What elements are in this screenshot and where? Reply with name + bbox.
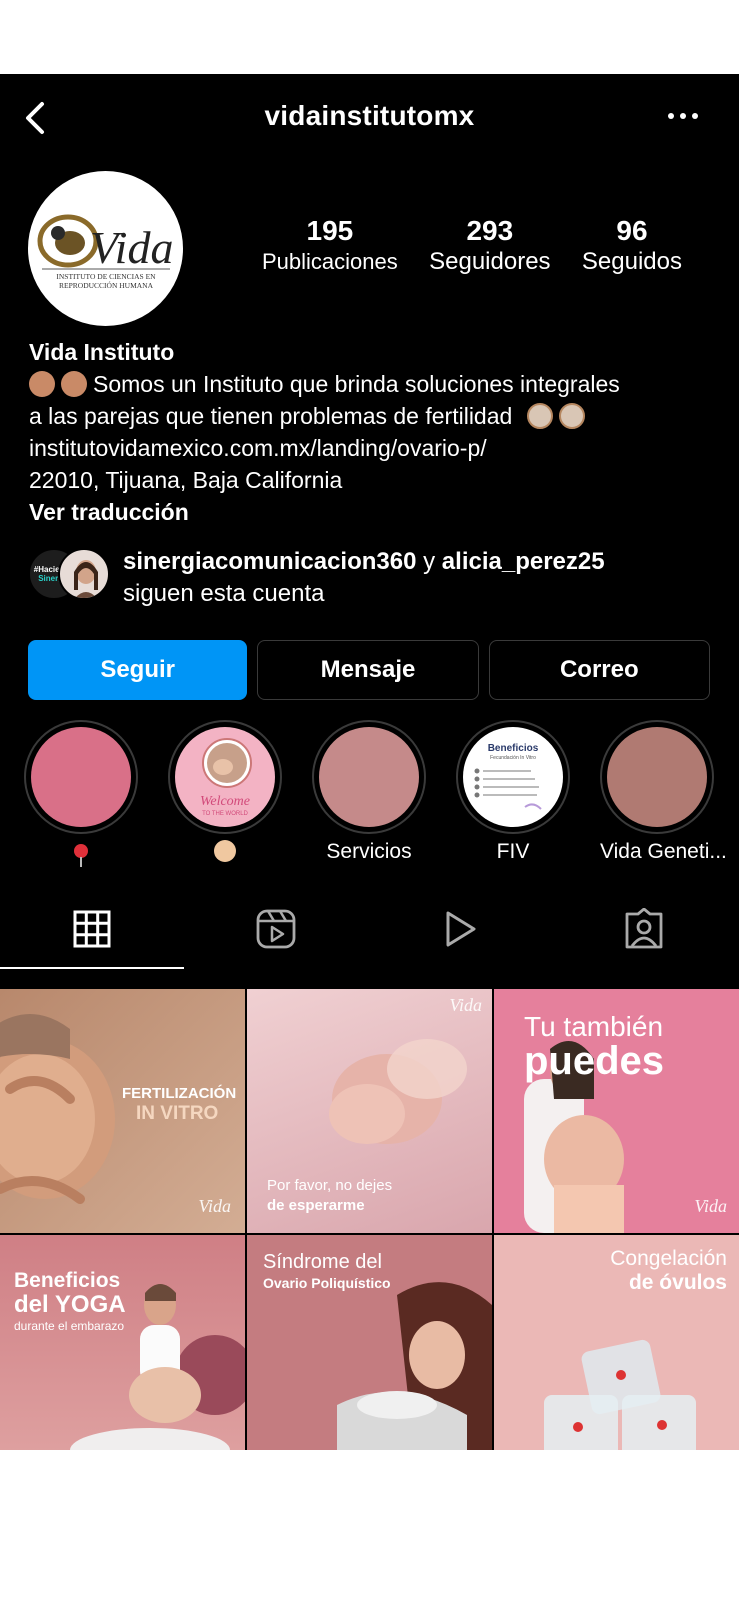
post-title-2: del YOGA bbox=[14, 1291, 126, 1318]
post-title-2: puedes bbox=[524, 1039, 665, 1083]
post-title-3: durante el embarazo bbox=[14, 1319, 125, 1333]
follower-name-2[interactable]: alicia_perez25 bbox=[442, 548, 605, 575]
profile-actions: Seguir Mensaje Correo bbox=[28, 640, 710, 700]
baby-emoji-icon bbox=[214, 840, 236, 862]
post-logo: Vida bbox=[449, 995, 482, 1015]
man-scientist-emoji-icon bbox=[558, 403, 585, 429]
followers-count[interactable]: 293 Seguidores bbox=[429, 214, 550, 276]
tab-videos[interactable] bbox=[368, 889, 552, 969]
message-button[interactable]: Mensaje bbox=[257, 640, 479, 700]
see-translation-link[interactable]: Ver traducción bbox=[29, 496, 729, 528]
post-title-2: IN VITRO bbox=[136, 1103, 219, 1124]
highlight-item[interactable]: Welcome TO THE WORLD bbox=[168, 720, 282, 868]
pin-emoji-icon bbox=[74, 844, 88, 867]
highlight-item[interactable] bbox=[24, 720, 138, 867]
tagged-icon bbox=[625, 908, 663, 949]
woman-doctor-emoji-icon bbox=[29, 371, 55, 397]
highlight-item[interactable]: Servicios bbox=[312, 720, 426, 864]
post-title-2: Ovario Poliquístico bbox=[263, 1275, 391, 1291]
post-title-1: Síndrome del bbox=[263, 1251, 382, 1273]
svg-text:TO THE WORLD: TO THE WORLD bbox=[202, 811, 248, 817]
bio-line-2: a las parejas que tienen problemas de fe… bbox=[29, 400, 729, 432]
highlight-cover bbox=[607, 727, 707, 827]
more-options-button[interactable] bbox=[663, 104, 703, 128]
post-thumbnail[interactable]: FERTILIZACIÓN IN VITRO Vida bbox=[0, 989, 245, 1233]
profile-name: Vida Instituto bbox=[29, 339, 175, 365]
followed-by-text: sinergiacomunicacion360 y alicia_perez25… bbox=[123, 546, 605, 610]
highlight-item[interactable]: Beneficios Fecundación In Vitro FIV bbox=[456, 720, 570, 864]
bio-location: 22010, Tijuana, Baja California bbox=[29, 467, 343, 493]
post-thumbnail[interactable]: Síndrome del Ovario Poliquístico bbox=[247, 1235, 492, 1450]
post-caption-2: de esperarme bbox=[267, 1197, 365, 1214]
highlight-cover bbox=[31, 727, 131, 827]
posts-count[interactable]: 195 Publicaciones bbox=[262, 214, 398, 276]
tab-reels[interactable] bbox=[184, 889, 368, 969]
follow-button[interactable]: Seguir bbox=[28, 640, 248, 700]
followed-conj: y bbox=[423, 548, 436, 575]
highlight-label: Vida Geneti... bbox=[600, 840, 727, 863]
reels-icon bbox=[256, 909, 296, 949]
vida-logo: Vida INSTITUTO DE CIENCIAS EN REPRODUCCI… bbox=[37, 214, 173, 290]
followed-by[interactable]: #Haciendo Sinergia sinergiacomunicacion3… bbox=[28, 546, 728, 607]
woman-scientist-emoji-icon bbox=[526, 403, 553, 429]
posts-grid: FERTILIZACIÓN IN VITRO Vida Vida Por fav… bbox=[0, 989, 739, 1450]
bio-line-1: Somos un Instituto que brinda soluciones… bbox=[29, 368, 729, 400]
post-caption-1: Por favor, no dejes bbox=[267, 1177, 393, 1194]
follower-avatar-2 bbox=[58, 548, 110, 600]
post-title-1: FERTILIZACIÓN bbox=[122, 1085, 237, 1102]
following-count-label: Seguidos bbox=[581, 248, 682, 275]
highlight-cover: Welcome TO THE WORLD bbox=[175, 727, 275, 827]
svg-text:INSTITUTO DE CIENCIAS EN: INSTITUTO DE CIENCIAS EN bbox=[56, 272, 156, 281]
followed-suffix: siguen esta cuenta bbox=[123, 580, 325, 607]
post-thumbnail[interactable]: Congelación de óvulos bbox=[494, 1235, 739, 1450]
profile-tabs bbox=[0, 889, 739, 969]
profile-stats: 195 Publicaciones 293 Seguidores 96 Segu… bbox=[262, 214, 682, 276]
avatar-logo-text: Vida bbox=[90, 222, 173, 273]
top-bar: vidainstitutomx bbox=[0, 74, 739, 162]
tab-tagged[interactable] bbox=[552, 889, 736, 969]
post-thumbnail[interactable]: Vida Por favor, no dejes de esperarme bbox=[247, 989, 492, 1233]
profile-bio: Vida Instituto Somos un Instituto que br… bbox=[29, 336, 729, 528]
more-icon bbox=[668, 113, 698, 119]
profile-screen: vidainstitutomx Vida INSTITUTO DE CIENCI… bbox=[0, 74, 739, 1450]
followers-count-value: 293 bbox=[466, 215, 514, 246]
bio-link[interactable]: institutovidamexico.com.mx/landing/ovari… bbox=[29, 432, 729, 464]
email-button[interactable]: Correo bbox=[488, 640, 710, 700]
following-count-value: 96 bbox=[616, 215, 648, 246]
post-thumbnail[interactable]: Tu también puedes Vida bbox=[494, 989, 739, 1233]
followers-count-label: Seguidores bbox=[429, 248, 551, 275]
post-title-1: Beneficios bbox=[14, 1269, 121, 1292]
svg-text:Welcome: Welcome bbox=[200, 794, 250, 809]
following-count[interactable]: 96 Seguidos bbox=[582, 214, 682, 276]
post-logo: Vida bbox=[198, 1196, 231, 1216]
svg-text:Fecundación In Vitro: Fecundación In Vitro bbox=[490, 755, 536, 761]
highlight-label: Servicios bbox=[326, 840, 412, 863]
post-title-2: de óvulos bbox=[628, 1271, 727, 1294]
profile-username: vidainstitutomx bbox=[264, 100, 475, 131]
highlight-cover bbox=[319, 727, 419, 827]
grid-icon bbox=[73, 910, 111, 948]
post-thumbnail[interactable]: Beneficios del YOGA durante el embarazo bbox=[0, 1235, 245, 1450]
story-highlights: Welcome TO THE WORLD Servicios Beneficio… bbox=[24, 720, 739, 870]
highlight-label: FIV bbox=[496, 840, 530, 863]
svg-text:REPRODUCCIÓN HUMANA: REPRODUCCIÓN HUMANA bbox=[59, 280, 154, 290]
bio-text-2: a las parejas que tienen problemas de fe… bbox=[29, 403, 513, 429]
highlight-cover: Beneficios Fecundación In Vitro bbox=[463, 727, 563, 827]
bio-text-1: Somos un Instituto que brinda soluciones… bbox=[93, 371, 620, 397]
posts-count-value: 195 bbox=[306, 215, 354, 246]
profile-avatar[interactable]: Vida INSTITUTO DE CIENCIAS EN REPRODUCCI… bbox=[28, 171, 183, 326]
post-logo: Vida bbox=[694, 1196, 727, 1216]
video-icon bbox=[446, 911, 476, 947]
posts-count-label: Publicaciones bbox=[262, 249, 398, 274]
follower-name-1[interactable]: sinergiacomunicacion360 bbox=[123, 548, 416, 575]
tab-posts[interactable] bbox=[0, 889, 184, 969]
highlight-item[interactable]: Vida Geneti... bbox=[600, 720, 727, 864]
svg-text:Beneficios: Beneficios bbox=[488, 743, 539, 754]
post-title-1: Congelación bbox=[610, 1247, 727, 1270]
man-doctor-emoji-icon bbox=[61, 371, 87, 397]
